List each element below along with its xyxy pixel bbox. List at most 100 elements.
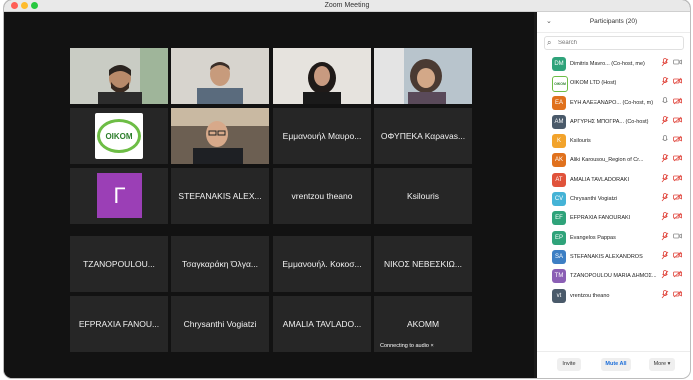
camera-icon[interactable] (673, 251, 682, 261)
participant-avatar: CV (552, 192, 566, 207)
microphone-icon[interactable] (661, 212, 669, 223)
participant-avatar: EP (552, 230, 566, 245)
video-tile[interactable]: AKOMM Connecting to audio × (374, 296, 472, 352)
camera-icon[interactable] (673, 193, 682, 203)
video-tile-camera[interactable] (273, 48, 371, 104)
participant-avatar: K (552, 134, 566, 149)
connecting-audio-note: Connecting to audio × (380, 343, 434, 349)
participant-row[interactable]: vt vrentzou theano (537, 286, 690, 305)
video-tile[interactable]: AMALIA TAVLADO... (273, 296, 371, 352)
participant-avatar: ΑΜ (552, 114, 566, 129)
participant-avatar: AK (552, 153, 566, 168)
microphone-icon[interactable] (661, 251, 669, 262)
participants-list: DM Dimitris Mavro... (Co-host, me) OIKOM OI… (537, 54, 690, 305)
camera-icon[interactable] (673, 212, 682, 222)
window-title: Zoom Meeting (324, 2, 370, 9)
video-tile[interactable]: OIKOM (70, 108, 168, 164)
video-tile[interactable]: EFPRAXIA FANOU... (70, 296, 168, 352)
participants-title: Participants (20) (589, 18, 638, 25)
microphone-icon[interactable] (661, 135, 669, 146)
video-tile[interactable]: Ksilouris (374, 168, 472, 224)
microphone-icon[interactable] (661, 173, 669, 185)
video-tile[interactable]: ΟΦΥΠΕΚΑ Καρavas... (374, 108, 472, 164)
participant-row[interactable]: OIKOM OIKOM LTD (Host) (537, 73, 690, 93)
camera-icon[interactable] (673, 270, 682, 280)
participant-avatar: OIKOM (552, 76, 568, 93)
title-bar: Zoom Meeting (4, 0, 690, 12)
participant-name: Chrysanthi Vogiatzi (570, 196, 618, 203)
participant-name: TZANOPOULOU MARIA ΔΗΜΟΣ... (570, 273, 657, 280)
participant-avatar: ΕΑ (552, 95, 566, 110)
microphone-icon[interactable] (661, 58, 669, 69)
tile-participant-name: Τσαγκαράκη Όλγα... (182, 259, 258, 269)
video-tile-camera[interactable] (374, 48, 472, 104)
search-input[interactable] (558, 37, 678, 49)
microphone-icon[interactable] (661, 77, 669, 88)
invite-button[interactable]: Invite (557, 358, 581, 371)
participant-avatar: TM (552, 269, 566, 284)
participant-row[interactable]: AT AMALIA TAVLADORAKI (537, 170, 690, 189)
search-icon: ⌕ (547, 38, 552, 47)
video-tile-camera[interactable] (171, 48, 269, 104)
participant-row[interactable]: DM Dimitris Mavro... (Co-host, me) (537, 54, 690, 73)
video-tile[interactable]: Τσαγκαράκη Όλγα... (171, 236, 269, 292)
tile-participant-name: AMALIA TAVLADO... (282, 319, 362, 329)
video-tile[interactable]: ΝΙΚΟΣ ΝΕΒΕΣΚΙΩ... (374, 236, 472, 292)
participant-avatar: DM (552, 57, 566, 71)
tile-participant-name: STEFANAKIS ALEX... (178, 191, 262, 201)
video-tile[interactable]: STEFANAKIS ALEX... (171, 168, 269, 224)
participant-avatar: SA (552, 249, 566, 264)
participants-footer: Invite Mute All More ▾ (537, 351, 690, 378)
participant-name: ΑΡΓΥΡΗΣ ΜΠΟΓΡΑ... (Co-host) (570, 118, 649, 125)
participant-row[interactable]: EP Evangelos Pappas (537, 228, 690, 247)
tile-participant-name: ΝΙΚΟΣ ΝΕΒΕΣΚΙΩ... (383, 259, 462, 269)
microphone-icon[interactable] (661, 154, 669, 165)
video-gallery: OIKOM Εμμανουήλ Μαυρο... ΟΦΥΠΕΚΑ Καρavas..… (4, 12, 534, 378)
camera-icon[interactable] (673, 135, 682, 145)
participant-row[interactable]: K Ksilouris (537, 131, 690, 150)
tile-participant-name: ΟΦΥΠΕΚΑ Καρavas... (380, 131, 466, 141)
video-tile-camera[interactable] (171, 108, 269, 164)
participants-search[interactable]: ⌕ (544, 36, 684, 50)
microphone-icon[interactable] (661, 193, 669, 204)
video-tile-camera[interactable] (70, 48, 168, 104)
video-tile[interactable]: Chrysanthi Vogiatzi (171, 296, 269, 352)
mute-all-button[interactable]: Mute All (601, 358, 631, 371)
participant-row[interactable]: ΕΑ ΕΥΗ ΑΛΕΞΑΝΔΡΟ... (Co-host, m) (537, 93, 690, 112)
microphone-icon[interactable] (661, 115, 669, 127)
participant-avatar: AT (552, 172, 566, 187)
zoom-window: Zoom Meeting OIKOM Εμμανουήλ Μαυρο... ΟΦΥΠ… (4, 0, 690, 378)
participant-row[interactable]: SA STEFANAKIS ALEXANDROS (537, 247, 690, 266)
microphone-icon[interactable] (661, 96, 669, 108)
camera-icon[interactable] (673, 232, 682, 242)
more-button[interactable]: More ▾ (649, 358, 675, 371)
camera-icon[interactable] (673, 174, 682, 184)
camera-icon[interactable] (673, 97, 682, 107)
video-tile[interactable]: Γ (70, 168, 168, 224)
participant-row[interactable]: AK Aliki Karousou_Region of Cr... (537, 150, 690, 169)
participant-row[interactable]: EF EFPRAXIA FANOURAKI (537, 208, 690, 227)
participant-name: Dimitris Mavro... (Co-host, me) (570, 61, 645, 67)
video-tile[interactable]: vrentzou theano (273, 168, 371, 224)
tile-participant-name: Chrysanthi Vogiatzi (183, 319, 257, 329)
camera-icon[interactable] (673, 58, 682, 68)
microphone-icon[interactable] (661, 289, 669, 301)
participant-row[interactable]: TM TZANOPOULOU MARIA ΔΗΜΟΣ... (537, 266, 690, 285)
participant-name: STEFANAKIS ALEXANDROS (570, 253, 643, 260)
camera-feed (70, 48, 168, 104)
participant-name: Aliki Karousou_Region of Cr... (570, 157, 644, 164)
video-tile[interactable]: Εμμανουήλ Μαυρο... (273, 108, 371, 164)
microphone-icon[interactable] (661, 270, 669, 281)
camera-icon[interactable] (673, 154, 682, 164)
camera-icon[interactable] (673, 77, 682, 87)
microphone-icon[interactable] (661, 231, 669, 243)
tile-avatar: Γ (97, 173, 142, 218)
participant-row[interactable]: ΑΜ ΑΡΓΥΡΗΣ ΜΠΟΓΡΑ... (Co-host) (537, 112, 690, 131)
camera-feed (374, 48, 472, 104)
camera-icon[interactable] (673, 116, 682, 126)
video-tile[interactable]: TZANOPOULOU... (70, 236, 168, 292)
video-tile[interactable]: Εμμανουήλ. Κοκοσ... (273, 236, 371, 292)
participant-row[interactable]: CV Chrysanthi Vogiatzi (537, 189, 690, 208)
participant-name: Ksilouris (570, 138, 591, 145)
camera-icon[interactable] (673, 290, 682, 300)
